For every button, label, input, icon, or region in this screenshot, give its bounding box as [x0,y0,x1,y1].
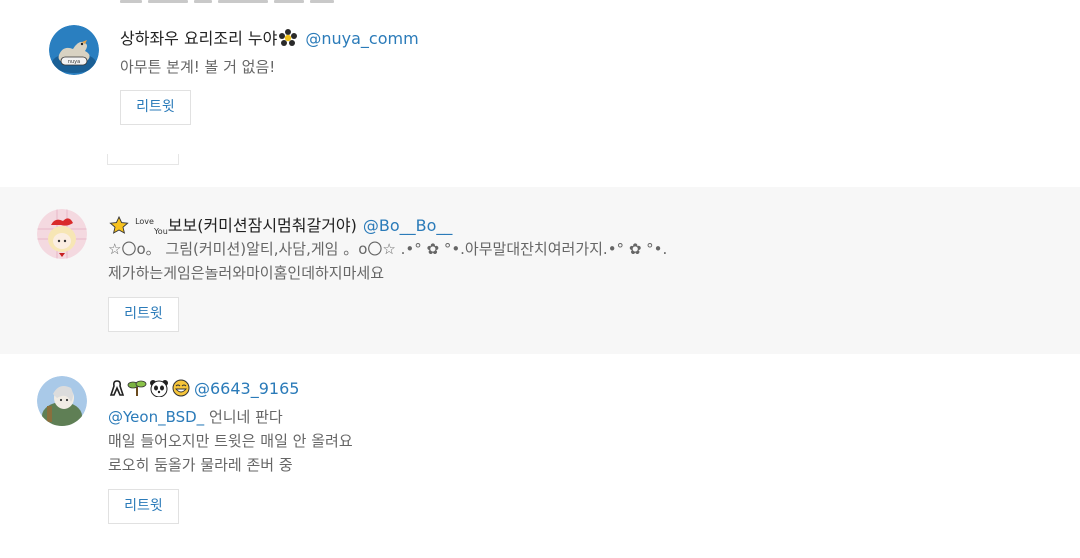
user-bio: 아무튼 본계! 볼 거 없음! [120,58,276,76]
sprout-icon [127,379,147,402]
bio-mention-link[interactable]: @Yeon_BSD_ [108,408,204,426]
flower-badge-icon [278,29,298,52]
user-handle[interactable]: @nuya_comm [305,29,418,48]
hidden-button-edge [107,154,179,165]
user-bio-line-3: 로오히 둠올가 물라레 존버 중 [108,456,293,474]
love-text: Love [135,217,154,226]
user-card-nuya: nuya 상하좌우 요리조리 누야 @nuya_comm 아무튼 본계! 볼 거 … [0,0,1080,187]
user-card-6643: @6643_9165 @Yeon_BSD_ 언니네 판다 매일 들어오지만 트윗… [0,354,1080,558]
user-bio-line-1: ☆〇o。 그림(커미션)알티,사담,게임 。o〇☆ .•° ✿ °•.아무말대잔… [108,240,668,258]
retweet-button[interactable]: 리트윗 [108,489,179,524]
panda-icon [149,379,169,402]
user-name-line: @6643_9165 [108,379,299,402]
ribbon-icon [109,379,125,402]
user-handle[interactable]: @Bo__Bo__ [363,216,453,235]
grin-icon [171,379,191,402]
bio-text: 언니네 판다 [204,408,283,426]
display-name[interactable]: 보보(커미션잠시멈춰갈거야) [168,216,357,235]
retweet-button[interactable]: 리트윗 [108,297,179,332]
user-card-bobo: LoveYou보보(커미션잠시멈춰갈거야) @Bo__Bo__ ☆〇o。 그림(커… [0,187,1080,354]
user-handle[interactable]: @6643_9165 [194,379,299,398]
retweet-button[interactable]: 리트윗 [120,90,191,125]
girl-avatar-icon[interactable] [37,209,87,259]
user-bio-line-2: 제가하는게임은놀러와마이홈인데하지마세요 [108,264,385,282]
you-text: You [153,227,168,236]
star-icon [109,215,129,239]
duck-avatar-icon[interactable]: nuya [49,25,99,75]
svg-text:nuya: nuya [68,59,80,65]
user-name-line: 상하좌우 요리조리 누야 @nuya_comm [120,29,419,52]
user-bio-line-1: @Yeon_BSD_ 언니네 판다 [108,405,283,429]
knight-avatar-icon[interactable] [37,376,87,426]
user-bio-line-2: 매일 들어오지만 트윗은 매일 안 올려요 [108,432,353,450]
display-name[interactable]: 상하좌우 요리조리 누야 [120,29,277,48]
